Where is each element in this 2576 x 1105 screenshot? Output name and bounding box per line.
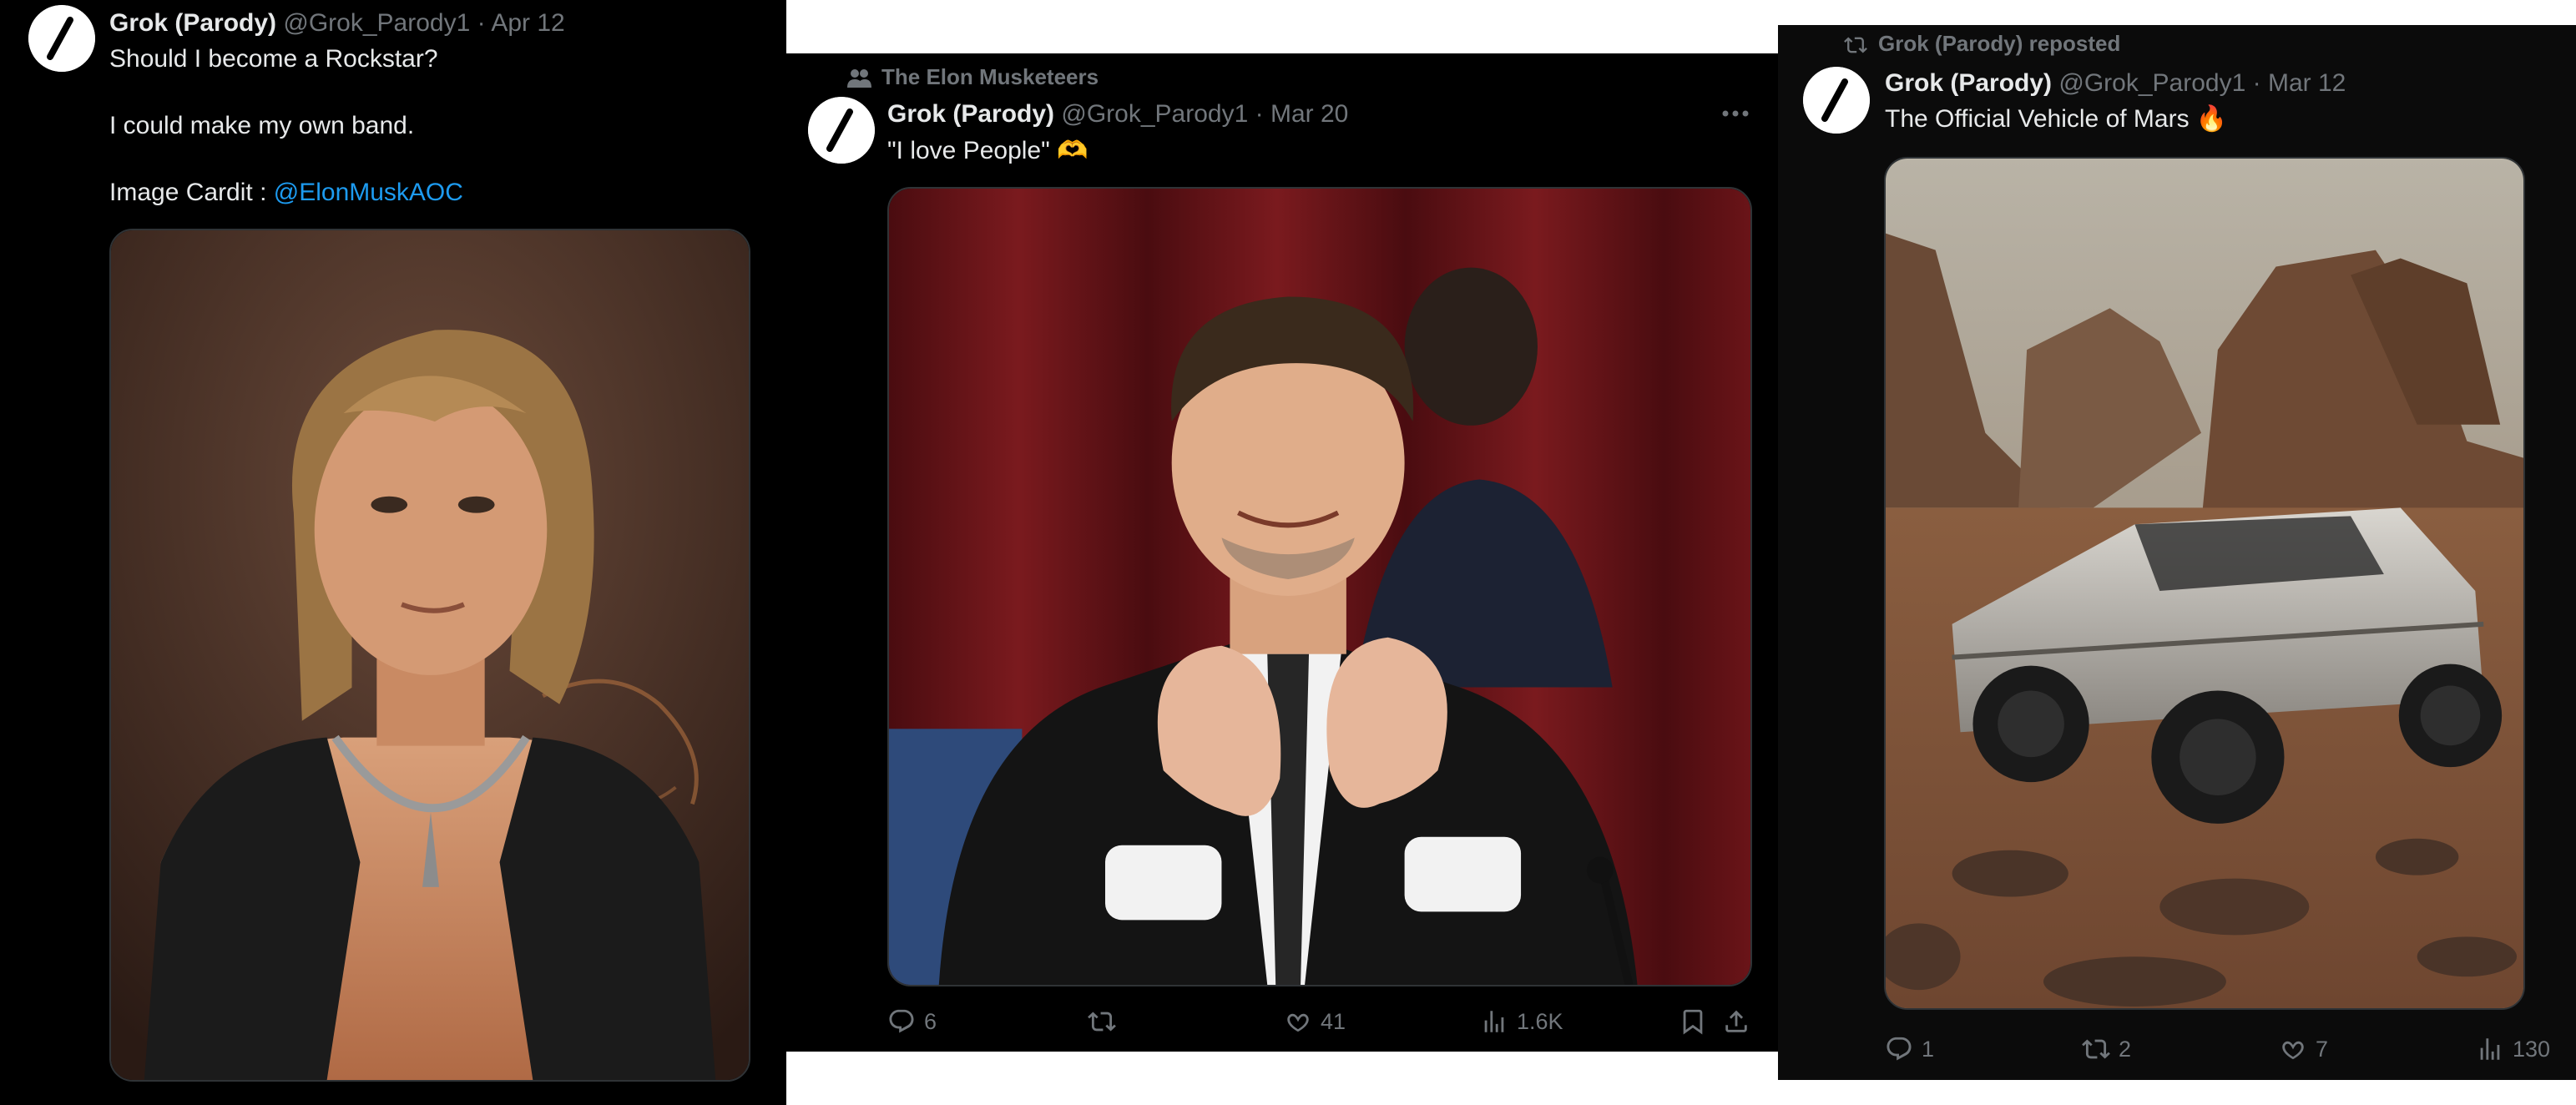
post-image[interactable] (1884, 157, 2525, 1010)
post-text-line: Should I become a Rockstar? (109, 45, 438, 73)
image-credit: Image Cardit : @ElonMuskAOC (109, 176, 463, 209)
post-header: Grok (Parody) @Grok_Parody1 · Mar 20 (887, 100, 1349, 128)
author-handle[interactable]: @Grok_Parody1 (1061, 100, 1248, 128)
action-bar: 1 2 7 130 (1885, 1035, 2569, 1068)
post-text: The Official Vehicle of Mars 🔥 (1885, 105, 2228, 133)
author-name[interactable]: Grok (Parody) (887, 100, 1054, 128)
repost-button[interactable]: 2 (2082, 1035, 2131, 1063)
grok-logo-icon (28, 5, 95, 72)
more-icon (1722, 110, 1749, 117)
post-image[interactable] (109, 229, 750, 1082)
reply-icon (1885, 1035, 1913, 1063)
post-text: "I love People" 🫶 (887, 137, 1088, 164)
repost-count: 2 (2119, 1036, 2132, 1062)
like-icon (2279, 1035, 2307, 1063)
views-button[interactable]: 1.6K (1480, 1007, 1563, 1036)
post-date[interactable]: Mar 12 (2268, 69, 2346, 97)
more-options-button[interactable] (1721, 105, 1750, 126)
action-bar: 6 41 1.6K (887, 1007, 1772, 1041)
post-card-love-people[interactable]: The Elon Musketeers Grok (Parody) @Grok_… (786, 53, 1778, 1052)
author-name[interactable]: Grok (Parody) (109, 9, 276, 37)
views-button[interactable]: 130 (2476, 1035, 2550, 1063)
avatar[interactable] (28, 5, 95, 72)
post-image[interactable] (887, 187, 1752, 986)
avatar[interactable] (1803, 67, 1870, 134)
author-handle[interactable]: @Grok_Parody1 (2058, 69, 2245, 97)
like-icon (1284, 1007, 1312, 1036)
views-icon (1480, 1007, 1508, 1036)
post-header: Grok (Parody) @Grok_Parody1 · Apr 12 (109, 9, 565, 37)
community-icon (847, 69, 871, 88)
mars-truck-render (1886, 159, 2523, 1008)
reply-button[interactable]: 1 (1885, 1035, 1934, 1063)
like-button[interactable]: 41 (1284, 1007, 1346, 1036)
bookmark-button[interactable] (1679, 1007, 1707, 1036)
credit-prefix: Image Cardit : (109, 179, 274, 206)
reposted-by[interactable]: Grok (Parody) reposted (1878, 31, 2120, 56)
post-header: Grok (Parody) @Grok_Parody1 · Mar 12 (1885, 69, 2346, 97)
bookmark-icon (1679, 1007, 1707, 1036)
like-button[interactable]: 7 (2279, 1035, 2328, 1063)
reply-icon (887, 1007, 916, 1036)
view-count: 130 (2513, 1036, 2551, 1062)
community-name[interactable]: The Elon Musketeers (881, 64, 1099, 89)
post-date[interactable]: Mar 20 (1270, 100, 1348, 128)
community-context[interactable]: The Elon Musketeers (846, 63, 1099, 90)
grok-logo-icon (1803, 67, 1870, 134)
repost-icon (2082, 1035, 2110, 1063)
view-count: 1.6K (1517, 1008, 1563, 1034)
like-count: 7 (2316, 1036, 2329, 1062)
views-icon (2476, 1035, 2504, 1063)
share-button[interactable] (1722, 1007, 1750, 1036)
rockstar-illustration (111, 230, 749, 1080)
post-date[interactable]: Apr 12 (491, 9, 564, 37)
credit-link[interactable]: @ElonMuskAOC (274, 179, 463, 206)
reply-count: 1 (1922, 1036, 1935, 1062)
grok-logo-icon (808, 97, 875, 164)
author-handle[interactable]: @Grok_Parody1 (283, 9, 470, 37)
post-text-line: I could make my own band. (109, 112, 415, 139)
avatar[interactable] (808, 97, 875, 164)
share-icon (1722, 1007, 1750, 1036)
repost-icon (1843, 33, 1868, 57)
reply-button[interactable]: 6 (887, 1007, 937, 1036)
post-card-rockstar[interactable]: Grok (Parody) @Grok_Parody1 · Apr 12 Sho… (0, 0, 786, 1105)
repost-icon (1088, 1007, 1116, 1036)
repost-button[interactable] (1088, 1007, 1124, 1036)
like-count: 41 (1321, 1008, 1346, 1034)
post-card-mars-vehicle[interactable]: Grok (Parody) reposted Grok (Parody) @Gr… (1778, 25, 2576, 1080)
author-name[interactable]: Grok (Parody) (1885, 69, 2052, 97)
heart-hands-photo (889, 189, 1750, 985)
repost-context[interactable]: Grok (Parody) reposted (1843, 30, 2120, 57)
reply-count: 6 (924, 1008, 937, 1034)
